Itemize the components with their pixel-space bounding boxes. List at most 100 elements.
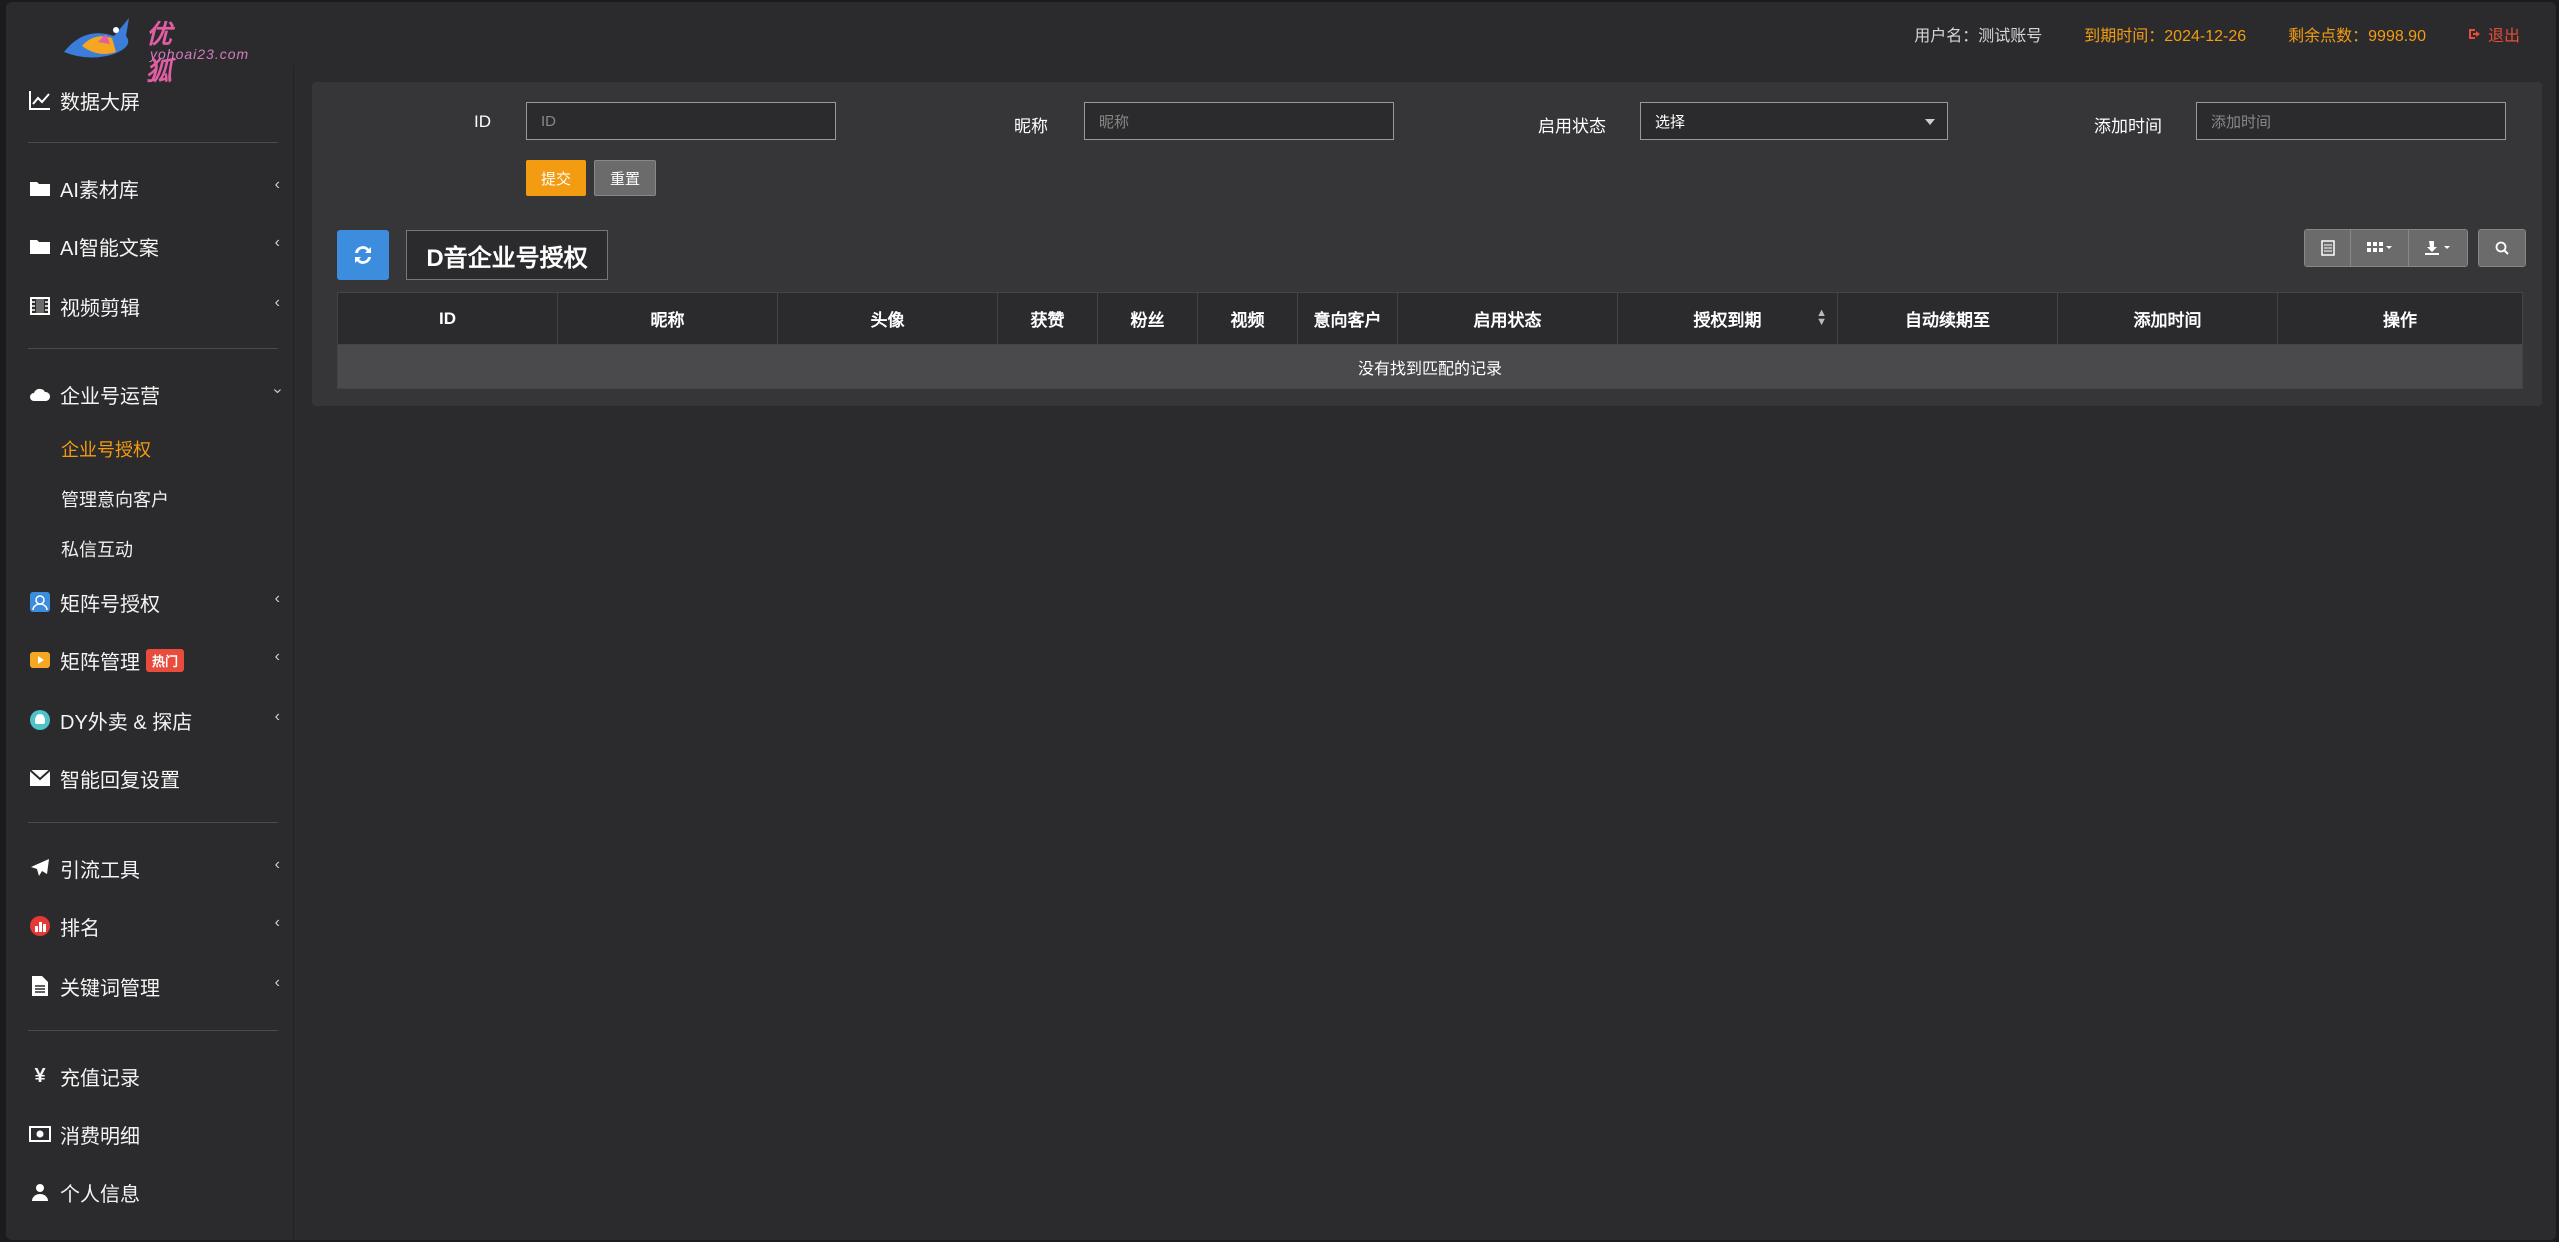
id-filter-input[interactable]: ID	[526, 102, 836, 140]
sidebar-item-dashboard[interactable]: 数据大屏	[28, 80, 280, 120]
column-header-leads[interactable]: 意向客户	[1297, 292, 1398, 345]
sidebar-item-keyword-manage[interactable]: 关键词管理 ‹	[28, 966, 280, 1006]
logout-link[interactable]: 退出	[2468, 22, 2520, 46]
sidebar-item-profile[interactable]: 个人信息	[28, 1172, 280, 1212]
chevron-left-icon: ‹	[274, 974, 280, 991]
download-icon	[2425, 241, 2450, 255]
column-header-fans[interactable]: 粉丝	[1097, 292, 1198, 345]
sidebar-item-ranking[interactable]: 排名 ‹	[28, 906, 280, 946]
sidebar-item-label: 矩阵管理	[60, 651, 140, 674]
folder-icon	[28, 176, 52, 200]
sidebar-item-label: 消费明细	[60, 1125, 140, 1148]
column-header-nickname[interactable]: 昵称	[557, 292, 778, 345]
grid-columns-icon	[2366, 242, 2392, 252]
nickname-filter-label: 昵称	[1014, 117, 1048, 136]
yen-icon: ¥	[34, 1064, 46, 1087]
sidebar-item-dy-delivery[interactable]: DY外卖 & 探店 ‹	[28, 700, 280, 740]
sidebar-divider	[28, 348, 278, 349]
table-tools-group	[2304, 229, 2468, 267]
sidebar-subitem-dm-interaction[interactable]: 私信互动	[61, 536, 133, 562]
sidebar-subitem-manage-leads[interactable]: 管理意向客户	[61, 486, 169, 512]
sidebar-item-label: DY外卖 & 探店	[60, 711, 193, 734]
app-frame: 优狐 yohoai23.com 用户名：测试账号 到期时间：2024-12-26…	[6, 2, 2556, 1240]
sidebar-item-matrix-auth[interactable]: 矩阵号授权 ‹	[28, 582, 280, 622]
refresh-button[interactable]	[337, 230, 389, 280]
column-header-added-time[interactable]: 添加时间	[2057, 292, 2278, 345]
column-header-auth-expire[interactable]: 授权到期 ▲ ▼	[1617, 292, 1838, 345]
empty-message: 没有找到匹配的记录	[337, 344, 2523, 389]
sidebar-item-ai-copywriting[interactable]: AI智能文案 ‹	[28, 226, 280, 266]
sidebar-item-video-editing[interactable]: 视频剪辑 ‹	[28, 286, 280, 326]
chevron-left-icon: ‹	[274, 234, 280, 251]
caret-down-icon	[1925, 119, 1935, 125]
status-filter-select[interactable]: 选择	[1640, 102, 1948, 140]
chevron-left-icon: ‹	[274, 856, 280, 873]
list-view-icon	[2320, 240, 2335, 256]
table-search-button[interactable]	[2479, 230, 2525, 266]
film-icon	[28, 294, 52, 318]
sidebar-subitem-enterprise-auth[interactable]: 企业号授权	[61, 436, 151, 462]
envelope-icon	[28, 766, 52, 790]
contact-book-icon	[28, 590, 52, 614]
sidebar-divider	[28, 822, 278, 823]
expire-date-label: 到期时间：2024-12-26	[2084, 28, 2247, 45]
submit-button[interactable]: 提交	[526, 160, 586, 196]
chevron-left-icon: ‹	[274, 914, 280, 931]
video-play-icon	[28, 648, 52, 672]
folder-icon	[28, 234, 52, 258]
table-search-group	[2478, 229, 2526, 267]
points-label: 剩余点数：9998.90	[2288, 28, 2426, 45]
refresh-icon	[355, 246, 371, 264]
added-time-filter-input[interactable]: 添加时间	[2196, 102, 2506, 140]
export-dropdown-button[interactable]	[2409, 230, 2467, 266]
sidebar-item-consumption[interactable]: 消费明细	[28, 1114, 280, 1154]
chevron-left-icon: ‹	[274, 648, 280, 665]
column-header-actions[interactable]: 操作	[2277, 292, 2523, 345]
sidebar-item-auto-reply[interactable]: 智能回复设置	[28, 758, 280, 798]
sidebar-item-traffic-tools[interactable]: 引流工具 ‹	[28, 848, 280, 888]
column-header-label: 授权到期	[1693, 311, 1762, 330]
reset-button[interactable]: 重置	[594, 160, 656, 196]
id-filter-label: ID	[474, 112, 491, 131]
sidebar-item-label: AI素材库	[60, 179, 139, 202]
column-header-id[interactable]: ID	[337, 292, 558, 345]
nickname-filter-input[interactable]: 昵称	[1084, 102, 1394, 140]
chevron-left-icon: ‹	[274, 708, 280, 725]
sidebar-item-label: 关键词管理	[60, 977, 160, 1000]
column-header-likes[interactable]: 获赞	[997, 292, 1098, 345]
fox-logo-icon	[64, 18, 129, 58]
sidebar-item-label: 智能回复设置	[60, 769, 180, 792]
columns-dropdown-button[interactable]	[2351, 230, 2409, 266]
toggle-view-button[interactable]	[2305, 230, 2351, 266]
table-empty-row: 没有找到匹配的记录	[337, 344, 2523, 389]
chevron-down-icon: ‹	[268, 388, 286, 394]
sidebar-item-matrix-manage[interactable]: 矩阵管理 热门 ‹	[28, 640, 280, 680]
sidebar: 数据大屏 AI素材库 ‹ AI智能文案 ‹ 视频剪辑 ‹ 企业号运营 ‹ 企业号…	[6, 66, 294, 1240]
column-header-videos[interactable]: 视频	[1197, 292, 1298, 345]
chevron-left-icon: ‹	[274, 176, 280, 193]
sidebar-item-label: 视频剪辑	[60, 297, 140, 320]
sort-icon[interactable]: ▲ ▼	[1816, 308, 1827, 328]
column-header-auto-renew[interactable]: 自动续期至	[1837, 292, 2058, 345]
sidebar-item-label: 充值记录	[60, 1067, 140, 1090]
money-icon	[28, 1122, 52, 1146]
sidebar-item-enterprise-ops[interactable]: 企业号运营 ‹	[28, 374, 285, 414]
user-icon	[28, 1180, 52, 1204]
hot-badge: 热门	[146, 648, 185, 672]
chevron-left-icon: ‹	[274, 294, 280, 311]
sidebar-item-ai-materials[interactable]: AI素材库 ‹	[28, 168, 280, 208]
sidebar-item-label: 引流工具	[60, 859, 140, 882]
sidebar-item-label: 个人信息	[60, 1183, 140, 1206]
table-header-row: ID 昵称 头像 获赞 粉丝 视频 意向客户 启用状态 授权到期 ▲ ▼ 自动续期…	[337, 292, 2523, 345]
sidebar-item-label: AI智能文案	[60, 237, 159, 260]
table-title: D音企业号授权	[406, 230, 608, 280]
sidebar-item-label: 排名	[60, 917, 100, 940]
sidebar-divider	[28, 142, 278, 143]
logo-subtitle: yohoai23.com	[150, 46, 250, 62]
data-table: ID 昵称 头像 获赞 粉丝 视频 意向客户 启用状态 授权到期 ▲ ▼ 自动续期…	[337, 292, 2523, 389]
logout-label: 退出	[2487, 28, 2520, 45]
column-header-status[interactable]: 启用状态	[1397, 292, 1618, 345]
logo[interactable]: 优狐 yohoai23.com	[54, 6, 254, 87]
column-header-avatar[interactable]: 头像	[777, 292, 998, 345]
sidebar-item-recharge[interactable]: ¥ 充值记录	[28, 1056, 280, 1096]
